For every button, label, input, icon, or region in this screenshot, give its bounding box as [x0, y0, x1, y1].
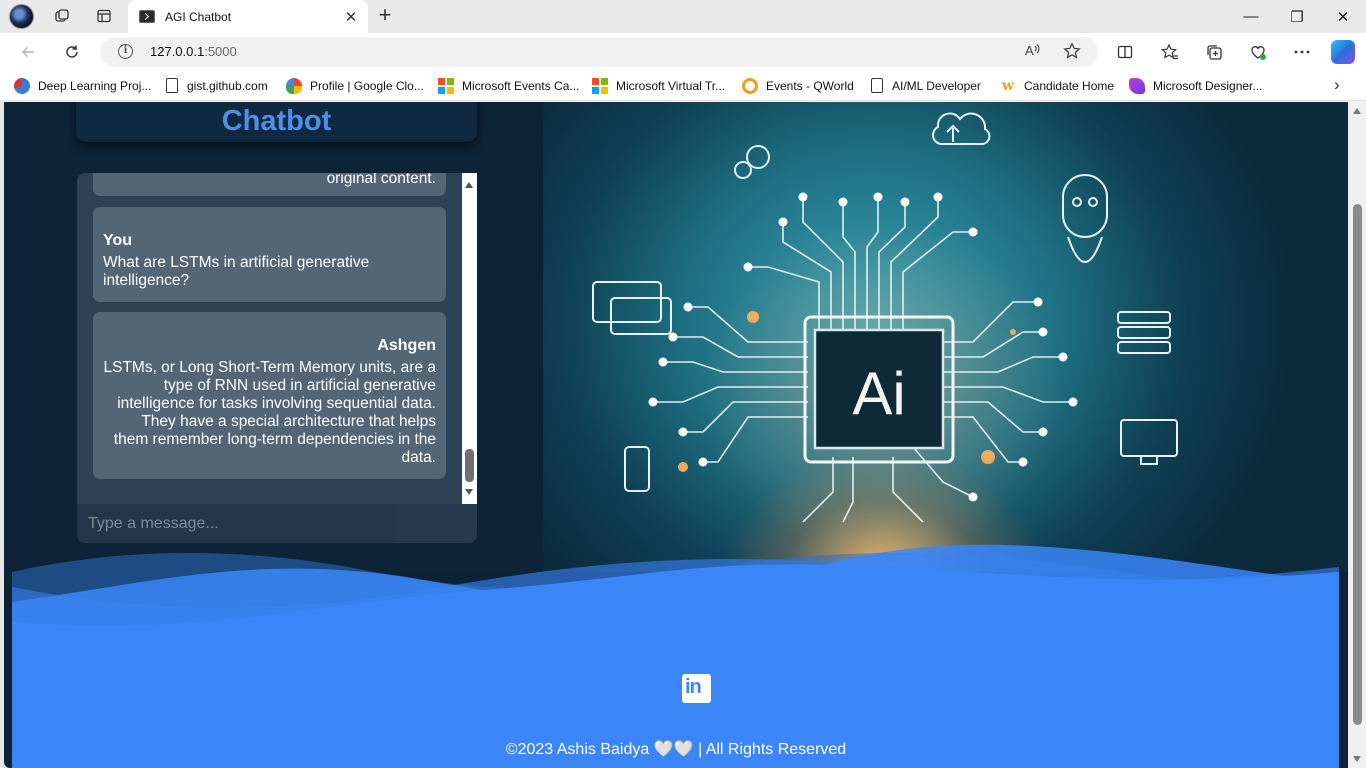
bookmark-item[interactable]: gist.github.com	[164, 78, 268, 93]
microsoft-icon	[592, 78, 608, 94]
profile-avatar[interactable]	[9, 4, 34, 29]
chat-header: Chatbot	[76, 102, 477, 142]
qworld-icon	[742, 78, 758, 94]
send-button[interactable]	[397, 504, 477, 543]
more-options-icon[interactable]	[1288, 39, 1316, 65]
scroll-down-arrow-icon[interactable]	[465, 489, 473, 495]
document-icon	[871, 78, 883, 93]
new-tab-button[interactable]: +	[373, 3, 397, 29]
bookmark-label: Microsoft Virtual Tr...	[616, 79, 726, 93]
favorites-icon[interactable]	[1156, 39, 1184, 65]
restore-button[interactable]: ❐	[1274, 0, 1320, 33]
bookmark-item[interactable]: Microsoft Events Ca...	[438, 78, 579, 94]
bookmark-item[interactable]: AI/ML Developer	[869, 78, 981, 93]
close-window-button[interactable]: ✕	[1320, 0, 1366, 33]
message-input[interactable]	[77, 504, 397, 543]
ai-hero-image: Ai	[543, 102, 1348, 572]
chat-scrollbar[interactable]	[462, 173, 477, 504]
collections-icon[interactable]	[1200, 39, 1228, 65]
designer-icon	[1129, 78, 1145, 94]
split-screen-icon[interactable]	[1111, 39, 1139, 65]
bookmark-item[interactable]: Deep Learning Proj...	[14, 78, 151, 94]
url-text[interactable]: 127.0.0.1:5000	[150, 44, 237, 59]
close-tab-icon[interactable]: ✕	[340, 8, 362, 26]
bookmark-item[interactable]: Events - QWorld	[742, 78, 854, 94]
message-text: original content.	[326, 173, 436, 187]
bookmark-label: Microsoft Designer...	[1153, 79, 1263, 93]
google-cloud-icon	[286, 78, 302, 94]
chat-messages-area[interactable]: original content. You What are LSTMs in …	[77, 173, 477, 504]
read-aloud-icon[interactable]: A	[1024, 42, 1041, 63]
microsoft-icon	[438, 78, 454, 94]
scroll-down-arrow-icon[interactable]	[1353, 756, 1361, 762]
bookmark-label: Microsoft Events Ca...	[462, 79, 580, 93]
copilot-icon[interactable]	[1331, 40, 1355, 64]
tab-actions-icon[interactable]	[91, 4, 117, 28]
scroll-up-arrow-icon[interactable]	[465, 182, 473, 188]
bookmark-label: Deep Learning Proj...	[38, 79, 152, 93]
bookmark-item[interactable]: Microsoft Designer...	[1129, 78, 1262, 94]
bot-message-previous: original content.	[93, 173, 446, 196]
bookmark-item[interactable]: Microsoft Virtual Tr...	[592, 78, 725, 94]
bookmark-label: Profile | Google Clo...	[310, 79, 424, 93]
page-scrollbar[interactable]	[1349, 102, 1366, 768]
browser-essentials-icon[interactable]	[1244, 39, 1272, 65]
favorite-star-icon[interactable]	[1063, 42, 1081, 64]
message-text: What are LSTMs in artificial generative …	[103, 254, 370, 289]
url-port: :5000	[204, 44, 237, 59]
scroll-up-arrow-icon[interactable]	[1353, 108, 1361, 114]
workday-icon: w	[1001, 78, 1015, 94]
linkedin-label: in	[685, 676, 702, 698]
bookmark-label: Events - QWorld	[766, 79, 854, 93]
scrollbar-thumb[interactable]	[465, 449, 474, 482]
browser-tab-strip: AGI Chatbot ✕ + — ❐ ✕	[0, 0, 1366, 33]
user-message: You What are LSTMs in artificial generat…	[93, 207, 446, 302]
bot-message: Ashgen LSTMs, or Long Short-Term Memory …	[93, 312, 446, 479]
bookmark-label: AI/ML Developer	[892, 78, 981, 93]
message-sender: Ashgen	[377, 337, 436, 354]
address-bar-row: i 127.0.0.1:5000 A	[0, 33, 1366, 71]
message-input-row	[77, 504, 477, 543]
chat-title: Chatbot	[221, 105, 332, 137]
bookmark-label: gist.github.com	[187, 78, 268, 93]
chatbot-page: Ai Chatbot original content. You What ar…	[4, 102, 1348, 768]
bookmarks-bar: Deep Learning Proj... gist.github.com Pr…	[0, 71, 1366, 101]
page-scrollbar-thumb[interactable]	[1353, 204, 1362, 725]
linkedin-icon[interactable]: in	[682, 674, 711, 703]
page-viewport: Ai Chatbot original content. You What ar…	[0, 102, 1366, 768]
deeplearning-icon	[14, 78, 30, 94]
chip-ai-label: Ai	[852, 360, 905, 427]
terminal-favicon-icon	[139, 10, 155, 23]
bookmark-item[interactable]: Profile | Google Clo...	[286, 78, 424, 94]
ai-circuit-illustration: Ai	[592, 112, 1178, 523]
back-arrow-icon[interactable]	[14, 39, 42, 65]
address-bar[interactable]: i 127.0.0.1:5000 A	[100, 37, 1098, 67]
footer-waves	[12, 544, 1339, 768]
site-info-icon[interactable]: i	[118, 44, 133, 59]
minimize-button[interactable]: —	[1228, 0, 1274, 33]
message-text: LSTMs, or Long Short-Term Memory units, …	[103, 359, 436, 466]
workspaces-icon[interactable]	[49, 4, 75, 28]
chevron-right-icon[interactable]: ›	[1334, 75, 1340, 95]
url-host: 127.0.0.1	[150, 44, 205, 59]
copyright-text: ©2023 Ashis Baidya 🤍🤍 | All Rights Reser…	[505, 741, 847, 758]
document-icon	[166, 78, 178, 93]
message-sender: You	[103, 232, 133, 249]
refresh-icon[interactable]	[58, 39, 86, 65]
tab-agi-chatbot[interactable]: AGI Chatbot ✕	[128, 0, 368, 33]
tab-title: AGI Chatbot	[165, 9, 232, 24]
bookmark-item[interactable]: w Candidate Home	[1000, 78, 1114, 94]
bookmark-label: Candidate Home	[1024, 79, 1115, 93]
svg-text:A: A	[1025, 43, 1034, 58]
